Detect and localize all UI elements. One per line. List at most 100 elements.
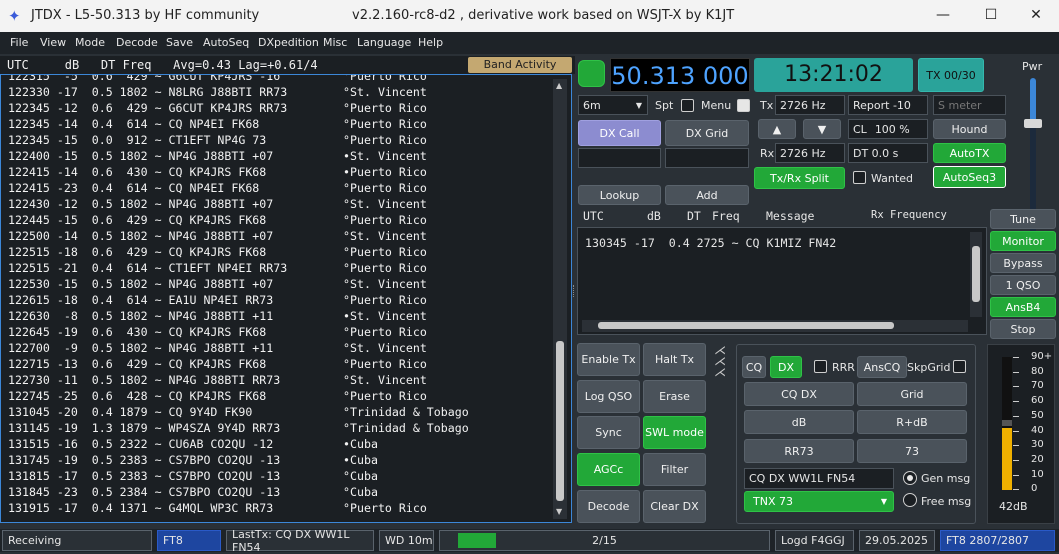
agcc-button[interactable]: AGCc [577, 453, 640, 486]
cq-button[interactable]: CQ [742, 356, 766, 378]
db-button[interactable]: dB [744, 410, 854, 434]
anscq-button[interactable]: AnsCQ [857, 356, 907, 378]
decode-row[interactable]: 122400 -15 0.5 1802 ~ NP4G J88BTI +07 •S… [8, 148, 427, 164]
autoseq3-button[interactable]: AutoSeq3 [933, 166, 1006, 188]
gen-msg-field[interactable]: CQ DX WW1L FN54 [744, 468, 894, 489]
decode-row[interactable]: 122715 -13 0.6 429 ~ CQ KP4JRS FK68 °Pue… [8, 356, 427, 372]
splitter-handle[interactable] [573, 285, 576, 297]
decode-row[interactable]: 122630 -8 0.5 1802 ~ NP4G J88BTI +11 •St… [8, 308, 427, 324]
grid-button[interactable]: Grid [857, 382, 967, 406]
scroll-down-icon[interactable]: ▼ [556, 507, 562, 516]
rr73-button[interactable]: RR73 [744, 439, 854, 463]
menu-mode[interactable]: Mode [75, 36, 105, 49]
scroll-up-icon[interactable]: ▲ [556, 81, 562, 90]
dt-spinbox[interactable]: DT 0.0 s [848, 143, 928, 163]
erase-button[interactable]: Erase [643, 380, 706, 413]
decode-row[interactable]: 122730 -11 0.5 1802 ~ NP4G J88BTI RR73 °… [8, 372, 427, 388]
menu-file[interactable]: File [10, 36, 28, 49]
skpgrid-checkbox[interactable] [953, 360, 966, 373]
menu-help[interactable]: Help [418, 36, 443, 49]
rx-vertical-scrollbar[interactable] [970, 232, 982, 317]
decode-row[interactable]: 122745 -25 0.6 428 ~ CQ KP4JRS FK68 °Pue… [8, 388, 427, 404]
pwr-slider-handle[interactable] [1024, 118, 1042, 128]
band-activity-list[interactable]: 122315 -5 0.6 429 ~ G6CUT KP4JRS -16 °Pu… [0, 74, 572, 523]
menu-misc[interactable]: Misc [323, 36, 347, 49]
add-button[interactable]: Add [665, 185, 749, 205]
tx-frequency-spinbox[interactable]: 2726 Hz [775, 95, 845, 115]
decode-row[interactable]: 122415 -23 0.4 614 ~ CQ NP4EI FK68 °Puer… [8, 180, 427, 196]
decode-row[interactable]: 122500 -14 0.5 1802 ~ NP4G J88BTI +07 °S… [8, 228, 427, 244]
band-select[interactable]: 6m ▼ [578, 95, 648, 115]
decode-row[interactable]: 122345 -12 0.6 429 ~ G6CUT KP4JRS RR73 °… [8, 100, 427, 116]
menu-save[interactable]: Save [166, 36, 193, 49]
menu-decode[interactable]: Decode [116, 36, 158, 49]
menu-view[interactable]: View [40, 36, 66, 49]
rx-frequency-spinbox[interactable]: 2726 Hz [775, 143, 845, 163]
decode-row[interactable]: 122530 -15 0.5 1802 ~ NP4G J88BTI +07 °S… [8, 276, 427, 292]
decode-row[interactable]: 131515 -16 0.5 2322 ~ CU6AB CO2QU -12 •C… [8, 436, 378, 452]
decode-row[interactable]: 122330 -17 0.5 1802 ~ N8LRG J88BTI RR73 … [8, 84, 427, 100]
gen-msg-radio[interactable] [903, 471, 917, 485]
decode-row[interactable]: 131745 -19 0.5 2383 ~ CS7BPO CO2QU -13 •… [8, 452, 378, 468]
decode-row[interactable]: 122415 -14 0.6 430 ~ CQ KP4JRS FK68 •Pue… [8, 164, 427, 180]
dx-grid-button[interactable]: DX Grid [665, 120, 749, 146]
tx-counter-button[interactable]: TX 00/30 [918, 58, 984, 92]
hound-button[interactable]: Hound [933, 119, 1006, 139]
one-qso-button[interactable]: 1 QSO [990, 275, 1056, 295]
bypass-button[interactable]: Bypass [990, 253, 1056, 273]
clear-dx-button[interactable]: Clear DX [643, 490, 706, 523]
halt-tx-button[interactable]: Halt Tx [643, 343, 706, 376]
r-db-button[interactable]: R+dB [857, 410, 967, 434]
decode-row[interactable]: 122345 -14 0.4 614 ~ CQ NP4EI FK68 °Puer… [8, 116, 427, 132]
decode-row[interactable]: 131045 -20 0.4 1879 ~ CQ 9Y4D FK90 °Trin… [8, 404, 469, 420]
decode-row[interactable]: 122445 -15 0.6 429 ~ CQ KP4JRS FK68 °Pue… [8, 212, 427, 228]
cl-spinbox[interactable]: CL 100 % [848, 119, 928, 139]
free-msg-combo[interactable]: TNX 73 ▼ [744, 491, 894, 512]
73-button[interactable]: 73 [857, 439, 967, 463]
close-icon[interactable]: ✕ [1013, 0, 1059, 32]
spt-checkbox[interactable] [681, 99, 694, 112]
log-qso-button[interactable]: Log QSO [577, 380, 640, 413]
decode-row[interactable]: 122315 -5 0.6 429 ~ G6CUT KP4JRS -16 °Pu… [8, 75, 427, 84]
menu-autoseq[interactable]: AutoSeq [203, 36, 249, 49]
lookup-button[interactable]: Lookup [578, 185, 661, 205]
dx-button[interactable]: DX [770, 356, 802, 378]
decode-row[interactable]: 122700 -9 0.5 1802 ~ NP4G J88BTI +11 °St… [8, 340, 427, 356]
decode-row[interactable]: 122430 -12 0.5 1802 ~ NP4G J88BTI +07 °S… [8, 196, 427, 212]
ansb4-button[interactable]: AnsB4 [990, 297, 1056, 317]
dx-call-button[interactable]: DX Call [578, 120, 661, 146]
report-spinbox[interactable]: Report -10 [848, 95, 928, 115]
decode-row[interactable]: 131915 -17 0.4 1371 ~ G4MQL WP3C RR73 °P… [8, 500, 427, 516]
free-msg-radio[interactable] [903, 493, 917, 507]
stop-button[interactable]: Stop [990, 319, 1056, 339]
autotx-button[interactable]: AutoTX [933, 143, 1006, 163]
cq-dx-button[interactable]: CQ DX [744, 382, 854, 406]
freq-down-button[interactable]: ▼ [803, 119, 841, 139]
rx-frequency-list[interactable]: 130345 -17 0.4 2725 ~ CQ K1MIZ FN42 [577, 227, 987, 335]
decode-row[interactable]: 122515 -18 0.6 429 ~ CQ KP4JRS FK68 °Pue… [8, 244, 427, 260]
rx-horizontal-scroll-thumb[interactable] [598, 322, 894, 329]
decode-row[interactable]: 131815 -17 0.5 2383 ~ CS7BPO CO2QU -13 °… [8, 468, 378, 484]
decode-button[interactable]: Decode [577, 490, 640, 523]
decode-row[interactable]: 122615 -18 0.4 614 ~ EA1U NP4EI RR73 °Pu… [8, 292, 427, 308]
swl-mode-button[interactable]: SWL mode [643, 416, 706, 449]
dx-grid-input[interactable] [665, 148, 749, 168]
minimize-icon[interactable]: — [920, 0, 966, 32]
rrr-checkbox[interactable] [814, 360, 827, 373]
rx-frequency-row[interactable]: 130345 -17 0.4 2725 ~ CQ K1MIZ FN42 [585, 236, 836, 250]
maximize-icon[interactable]: ☐ [968, 0, 1014, 32]
decode-row[interactable]: 122345 -15 0.0 912 ~ CT1EFT NP4G 73 °Pue… [8, 132, 427, 148]
decode-row[interactable]: 122515 -21 0.4 614 ~ CT1EFT NP4EI RR73 °… [8, 260, 427, 276]
tune-button[interactable]: Tune [990, 209, 1056, 229]
frequency-display[interactable]: 50.313 000 [610, 58, 750, 92]
menu-dxpedition[interactable]: DXpedition [258, 36, 319, 49]
freq-up-button[interactable]: ▲ [758, 119, 796, 139]
band-activity-button[interactable]: Band Activity [468, 57, 572, 73]
menu-language[interactable]: Language [357, 36, 411, 49]
dx-call-input[interactable] [578, 148, 661, 168]
sync-button[interactable]: Sync [577, 416, 640, 449]
filter-button[interactable]: Filter [643, 453, 706, 486]
monitor-button[interactable]: Monitor [990, 231, 1056, 251]
enable-tx-button[interactable]: Enable Tx [577, 343, 640, 376]
rx-horizontal-scrollbar[interactable] [582, 320, 968, 332]
